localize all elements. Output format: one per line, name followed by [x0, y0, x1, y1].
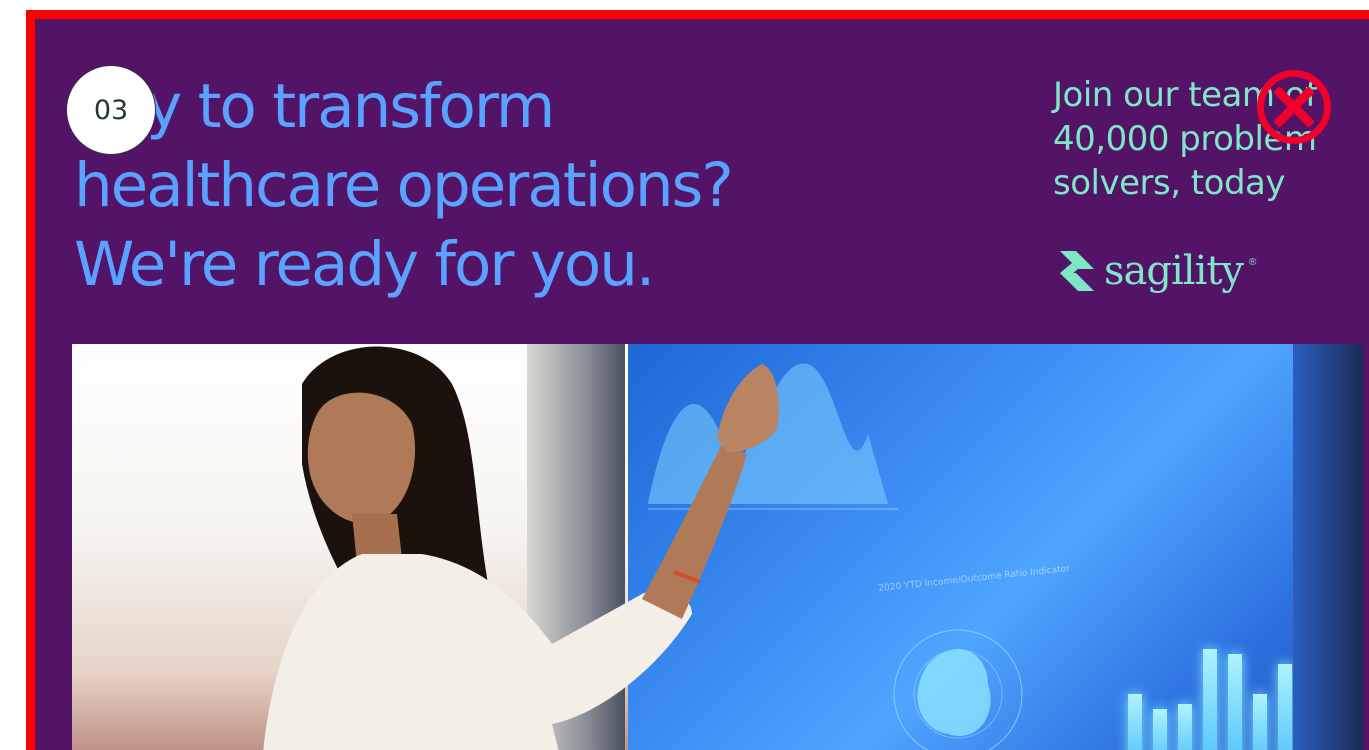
screen-bar-7: [1278, 664, 1292, 750]
screen-bar-1: [1128, 694, 1142, 750]
screen-bar-4: [1203, 649, 1217, 750]
headline-line-3: We're ready for you.: [74, 229, 655, 300]
screen-bar-2: [1153, 709, 1167, 750]
sagility-logo[interactable]: sagility ®: [1056, 245, 1256, 297]
brand-name: sagility: [1104, 248, 1244, 294]
ad-banner: ady to transform healthcare operations? …: [26, 10, 1369, 750]
step-badge: 03: [66, 65, 156, 155]
screen-bar-5: [1228, 654, 1242, 750]
headline-line-2: healthcare operations?: [74, 150, 734, 221]
screen-edge: [1293, 344, 1363, 750]
headline: ady to transform healthcare operations? …: [74, 67, 734, 304]
close-icon[interactable]: [1257, 70, 1331, 144]
presenter-figure: [263, 346, 779, 750]
screen-bar-6: [1253, 694, 1267, 750]
hero-photo: 2020 YTD Income/Outcome Ratio Indicator: [72, 344, 1363, 750]
registered-mark: ®: [1249, 257, 1257, 268]
screen-bar-3: [1178, 704, 1192, 750]
sagility-logo-icon: [1060, 251, 1094, 291]
cta-line-3: solvers, today: [1053, 163, 1285, 203]
